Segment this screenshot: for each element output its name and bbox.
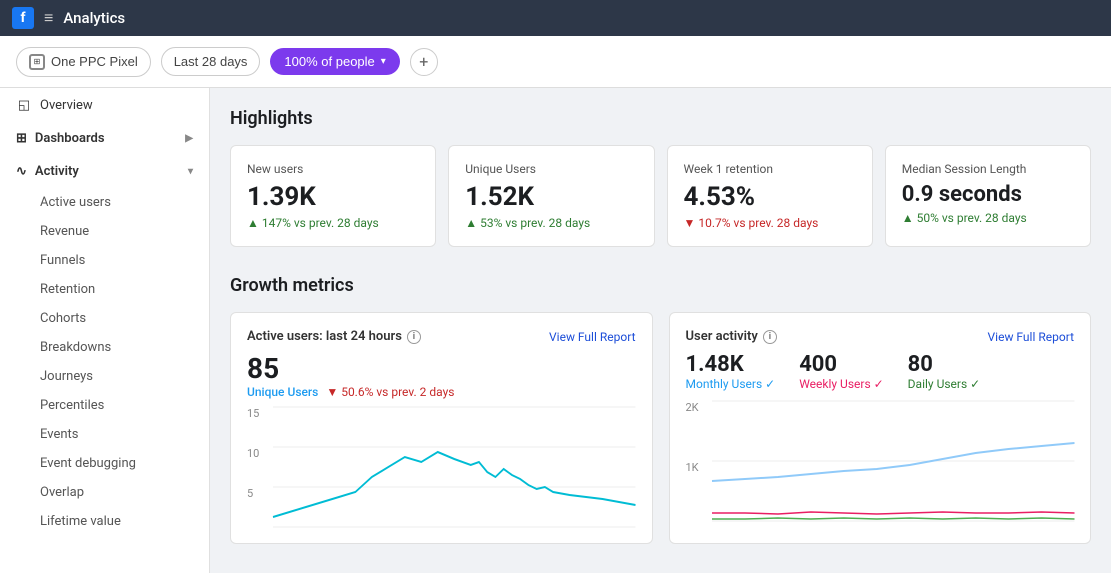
y-label-5: 5 xyxy=(247,487,269,500)
pixel-label: One PPC Pixel xyxy=(51,54,138,69)
highlights-grid: New users 1.39K ▲ 147% vs prev. 28 days … xyxy=(230,145,1091,247)
user-activity-info-icon[interactable]: i xyxy=(763,330,777,344)
filterbar: ⊞ One PPC Pixel Last 28 days 100% of peo… xyxy=(0,36,1111,88)
sidebar-sub-event-debugging[interactable]: Event debugging xyxy=(0,449,209,478)
highlight-card-new-users: New users 1.39K ▲ 147% vs prev. 28 days xyxy=(230,145,436,247)
session-length-title: Median Session Length xyxy=(902,162,1074,176)
audience-label: 100% of people xyxy=(284,54,374,69)
user-activity-view-link[interactable]: View Full Report xyxy=(988,330,1074,344)
daily-label: Daily Users ✓ xyxy=(908,377,981,391)
date-filter-button[interactable]: Last 28 days xyxy=(161,47,261,76)
growth-grid: Active users: last 24 hours i View Full … xyxy=(230,312,1091,544)
active-users-chart: 15 10 5 xyxy=(247,407,636,527)
sidebar-sub-funnels[interactable]: Funnels xyxy=(0,246,209,275)
unique-users-title: Unique Users xyxy=(465,162,637,176)
chevron-down-icon: ▾ xyxy=(381,56,386,67)
audience-filter-button[interactable]: 100% of people ▾ xyxy=(270,48,399,75)
activity-icon: ∿ xyxy=(16,164,27,179)
fb-logo: f xyxy=(12,7,34,29)
active-users-view-link[interactable]: View Full Report xyxy=(549,330,635,344)
unique-users-value: 1.52K xyxy=(465,182,637,212)
menu-icon[interactable]: ≡ xyxy=(44,8,53,28)
pixel-icon: ⊞ xyxy=(29,54,45,70)
pixel-filter-button[interactable]: ⊞ One PPC Pixel xyxy=(16,47,151,77)
highlight-card-unique-users: Unique Users 1.52K ▲ 53% vs prev. 28 day… xyxy=(448,145,654,247)
overview-label: Overview xyxy=(40,98,93,113)
overview-icon: ◱ xyxy=(16,97,32,113)
ua-y-2k: 2K xyxy=(686,401,708,414)
sidebar-sub-breakdowns[interactable]: Breakdowns xyxy=(0,333,209,362)
new-users-title: New users xyxy=(247,162,419,176)
active-users-sub-label: Unique Users xyxy=(247,385,318,399)
session-length-change: ▲ 50% vs prev. 28 days xyxy=(902,211,1074,225)
add-filter-button[interactable]: + xyxy=(410,48,438,76)
sidebar-item-activity[interactable]: ∿ Activity ▾ xyxy=(0,155,209,188)
active-users-svg xyxy=(273,407,636,527)
user-activity-chart: 2K 1K xyxy=(686,401,1075,521)
active-users-header: Active users: last 24 hours i View Full … xyxy=(247,329,636,344)
highlights-title: Highlights xyxy=(230,108,1091,129)
highlight-card-retention: Week 1 retention 4.53% ▼ 10.7% vs prev. … xyxy=(667,145,873,247)
user-activity-card: User activity i View Full Report 1.48K M… xyxy=(669,312,1092,544)
daily-value: 80 xyxy=(908,352,981,377)
sidebar-sub-active-users[interactable]: Active users xyxy=(0,188,209,217)
sidebar-sub-journeys[interactable]: Journeys xyxy=(0,362,209,391)
topbar: f ≡ Analytics xyxy=(0,0,1111,36)
active-users-card-title: Active users: last 24 hours i xyxy=(247,329,421,344)
date-label: Last 28 days xyxy=(174,54,248,69)
sidebar-sub-cohorts[interactable]: Cohorts xyxy=(0,304,209,333)
new-users-change: ▲ 147% vs prev. 28 days xyxy=(247,216,419,230)
chevron-right-icon: ▶ xyxy=(185,133,193,144)
dashboards-label: Dashboards xyxy=(35,131,105,146)
y-label-10: 10 xyxy=(247,447,269,460)
user-activity-card-title: User activity i xyxy=(686,329,777,344)
retention-title: Week 1 retention xyxy=(684,162,856,176)
monthly-value: 1.48K xyxy=(686,352,776,377)
retention-change: ▼ 10.7% vs prev. 28 days xyxy=(684,216,856,230)
info-icon[interactable]: i xyxy=(407,330,421,344)
ua-y-1k: 1K xyxy=(686,461,708,474)
sidebar-item-dashboards[interactable]: ⊞ Dashboards ▶ xyxy=(0,122,209,155)
activity-label: Activity xyxy=(35,164,79,179)
app-title: Analytics xyxy=(63,9,125,27)
user-activity-header: User activity i View Full Report xyxy=(686,329,1075,344)
monthly-label: Monthly Users ✓ xyxy=(686,377,776,391)
sidebar-sub-events[interactable]: Events xyxy=(0,420,209,449)
ua-monthly: 1.48K Monthly Users ✓ xyxy=(686,352,776,391)
sidebar-sub-revenue[interactable]: Revenue xyxy=(0,217,209,246)
chevron-down-icon: ▾ xyxy=(188,166,193,177)
unique-users-change: ▲ 53% vs prev. 28 days xyxy=(465,216,637,230)
sidebar-sub-percentiles[interactable]: Percentiles xyxy=(0,391,209,420)
retention-value: 4.53% xyxy=(684,182,856,212)
main-layout: ◱ Overview ⊞ Dashboards ▶ ∿ Activity ▾ A… xyxy=(0,88,1111,573)
new-users-value: 1.39K xyxy=(247,182,419,212)
session-length-value: 0.9 seconds xyxy=(902,182,1074,207)
main-content: Highlights New users 1.39K ▲ 147% vs pre… xyxy=(210,88,1111,573)
sidebar-item-overview[interactable]: ◱ Overview xyxy=(0,88,209,122)
user-activity-svg xyxy=(712,401,1075,521)
weekly-label: Weekly Users ✓ xyxy=(799,377,883,391)
active-users-change: ▼ 50.6% vs prev. 2 days xyxy=(326,385,454,399)
sidebar-sub-retention[interactable]: Retention xyxy=(0,275,209,304)
ua-daily: 80 Daily Users ✓ xyxy=(908,352,981,391)
sidebar-sub-lifetime-value[interactable]: Lifetime value xyxy=(0,507,209,536)
weekly-value: 400 xyxy=(799,352,883,377)
dashboards-icon: ⊞ xyxy=(16,131,27,146)
growth-section-title: Growth metrics xyxy=(230,275,1091,296)
active-users-card: Active users: last 24 hours i View Full … xyxy=(230,312,653,544)
sidebar-sub-overlap[interactable]: Overlap xyxy=(0,478,209,507)
highlight-card-session-length: Median Session Length 0.9 seconds ▲ 50% … xyxy=(885,145,1091,247)
y-label-15: 15 xyxy=(247,407,269,420)
active-users-big-value: 85 xyxy=(247,352,636,385)
ua-stats: 1.48K Monthly Users ✓ 400 Weekly Users ✓… xyxy=(686,352,1075,391)
sidebar: ◱ Overview ⊞ Dashboards ▶ ∿ Activity ▾ A… xyxy=(0,88,210,573)
ua-weekly: 400 Weekly Users ✓ xyxy=(799,352,883,391)
